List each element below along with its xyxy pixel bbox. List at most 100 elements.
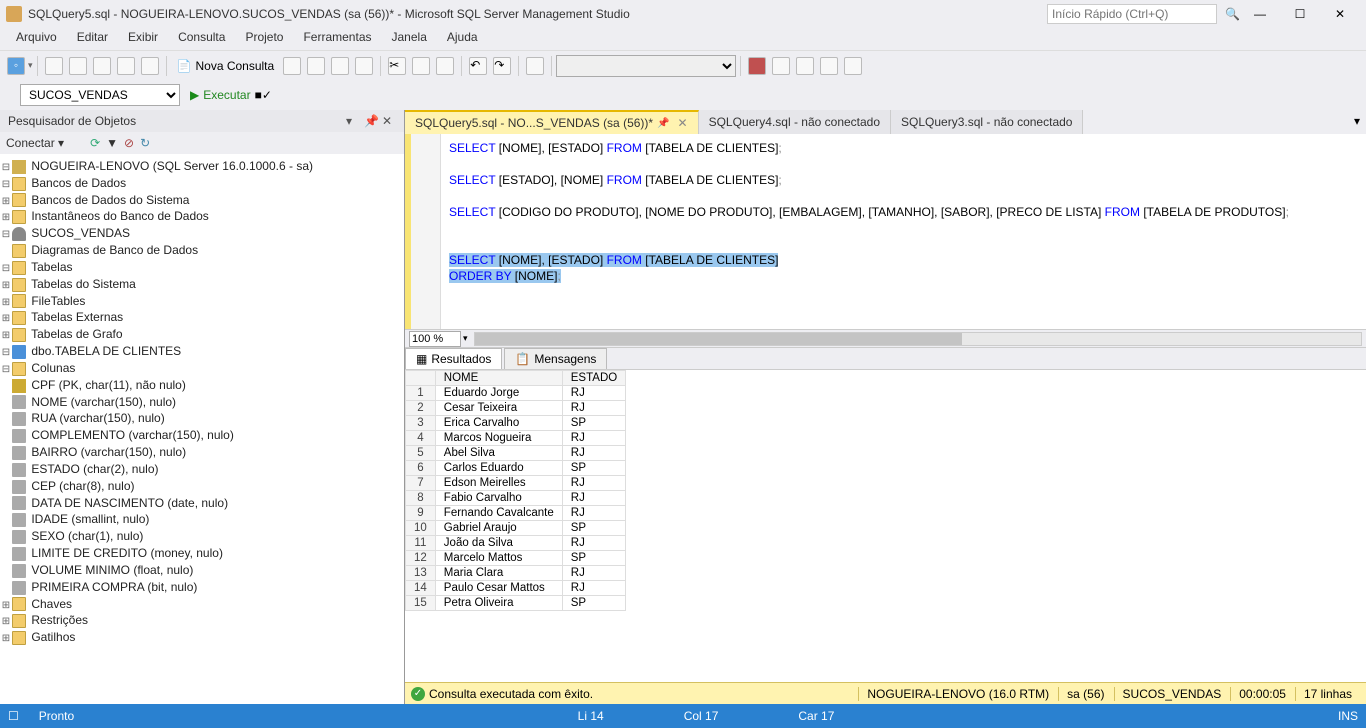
expand-icon[interactable]: ⊞: [0, 330, 12, 341]
tree-node[interactable]: CPF (PK, char(11), não nulo): [0, 377, 404, 394]
cell[interactable]: Cesar Teixeira: [435, 401, 562, 416]
dropdown-icon[interactable]: ▾: [346, 114, 360, 128]
cell[interactable]: Marcos Nogueira: [435, 431, 562, 446]
quick-launch-input[interactable]: [1047, 4, 1217, 24]
tree-node[interactable]: LIMITE DE CREDITO (money, nulo): [0, 545, 404, 562]
tree-node[interactable]: ⊞ Tabelas de Grafo: [0, 326, 404, 343]
paste-icon[interactable]: [436, 57, 454, 75]
tool3-icon[interactable]: [820, 57, 838, 75]
tree-node[interactable]: NOME (varchar(150), nulo): [0, 394, 404, 411]
maximize-button[interactable]: ☐: [1280, 0, 1320, 28]
tree-node[interactable]: SEXO (char(1), nulo): [0, 528, 404, 545]
xml3-icon[interactable]: [331, 57, 349, 75]
copy-icon[interactable]: [412, 57, 430, 75]
table-row[interactable]: 8Fabio CarvalhoRJ: [406, 491, 626, 506]
sql-editor[interactable]: SELECT [NOME], [ESTADO] FROM [TABELA DE …: [405, 134, 1366, 329]
cell[interactable]: RJ: [562, 491, 625, 506]
tree-node[interactable]: ⊞ Tabelas Externas: [0, 309, 404, 326]
editor-tab[interactable]: SQLQuery4.sql - não conectado: [699, 110, 891, 134]
tool4-icon[interactable]: [844, 57, 862, 75]
tree-node[interactable]: BAIRRO (varchar(150), nulo): [0, 444, 404, 461]
menu-arquivo[interactable]: Arquivo: [6, 28, 67, 50]
config-select[interactable]: [556, 55, 736, 77]
expand-icon[interactable]: ⊞: [0, 280, 12, 291]
xml2-icon[interactable]: [307, 57, 325, 75]
cell[interactable]: RJ: [562, 476, 625, 491]
open-icon[interactable]: [45, 57, 63, 75]
cell[interactable]: Abel Silva: [435, 446, 562, 461]
cell[interactable]: Fabio Carvalho: [435, 491, 562, 506]
table-row[interactable]: 4Marcos NogueiraRJ: [406, 431, 626, 446]
cell[interactable]: Petra Oliveira: [435, 596, 562, 611]
redo2-icon[interactable]: ↷: [493, 57, 511, 75]
expand-icon[interactable]: ⊞: [0, 313, 12, 324]
cell[interactable]: SP: [562, 416, 625, 431]
expand-icon[interactable]: ⊞: [0, 633, 12, 644]
object-tree[interactable]: ⊟ NOGUEIRA-LENOVO (SQL Server 16.0.1000.…: [0, 154, 404, 704]
table-row[interactable]: 13Maria ClaraRJ: [406, 566, 626, 581]
table-row[interactable]: 9Fernando CavalcanteRJ: [406, 506, 626, 521]
zoom-input[interactable]: [409, 331, 461, 347]
disconnect-icon[interactable]: [70, 136, 84, 150]
tab-overflow-icon[interactable]: ▾: [1348, 110, 1366, 134]
tree-node[interactable]: ⊞ Instantâneos do Banco de Dados: [0, 208, 404, 225]
cell[interactable]: Maria Clara: [435, 566, 562, 581]
editor-tab[interactable]: SQLQuery5.sql - NO...S_VENDAS (sa (56))*…: [405, 110, 699, 134]
table-row[interactable]: 1Eduardo JorgeRJ: [406, 386, 626, 401]
tree-node[interactable]: ⊞ Bancos de Dados do Sistema: [0, 192, 404, 209]
cell[interactable]: RJ: [562, 536, 625, 551]
menu-projeto[interactable]: Projeto: [235, 28, 293, 50]
tree-node[interactable]: Diagramas de Banco de Dados: [0, 242, 404, 259]
cell[interactable]: RJ: [562, 566, 625, 581]
cell[interactable]: João da Silva: [435, 536, 562, 551]
expand-icon[interactable]: ⊞: [0, 297, 12, 308]
results-grid[interactable]: NOMEESTADO1Eduardo JorgeRJ2Cesar Teixeir…: [405, 369, 1366, 682]
zoom-dropdown-icon[interactable]: ▾: [463, 333, 468, 344]
cell[interactable]: Erica Carvalho: [435, 416, 562, 431]
tab-mensagens[interactable]: 📋 Mensagens: [504, 348, 607, 369]
tool1-icon[interactable]: [772, 57, 790, 75]
tree-node[interactable]: ⊟ Bancos de Dados: [0, 175, 404, 192]
cell[interactable]: RJ: [562, 386, 625, 401]
back-icon[interactable]: ◦: [7, 57, 25, 75]
expand-icon[interactable]: ⊟: [0, 263, 12, 274]
tree-node[interactable]: RUA (varchar(150), nulo): [0, 410, 404, 427]
cell[interactable]: SP: [562, 596, 625, 611]
menu-consulta[interactable]: Consulta: [168, 28, 235, 50]
filter-icon[interactable]: ▼: [106, 136, 118, 150]
col-header[interactable]: ESTADO: [562, 371, 625, 386]
table-row[interactable]: 15Petra OliveiraSP: [406, 596, 626, 611]
close-tab-icon[interactable]: ✕: [678, 116, 688, 130]
cell[interactable]: SP: [562, 521, 625, 536]
tree-node[interactable]: ⊞ FileTables: [0, 293, 404, 310]
tree-node[interactable]: ESTADO (char(2), nulo): [0, 461, 404, 478]
tree-node[interactable]: ⊟ SUCOS_VENDAS: [0, 225, 404, 242]
cell[interactable]: Marcelo Mattos: [435, 551, 562, 566]
menu-ferramentas[interactable]: Ferramentas: [293, 28, 381, 50]
table-row[interactable]: 3Erica CarvalhoSP: [406, 416, 626, 431]
cell[interactable]: Gabriel Araujo: [435, 521, 562, 536]
find-icon[interactable]: [526, 57, 544, 75]
debug-icon[interactable]: [748, 57, 766, 75]
tool2-icon[interactable]: [796, 57, 814, 75]
table-row[interactable]: 2Cesar TeixeiraRJ: [406, 401, 626, 416]
tree-node[interactable]: ⊞ Chaves: [0, 596, 404, 613]
table-row[interactable]: 12Marcelo MattosSP: [406, 551, 626, 566]
expand-icon[interactable]: ⊞: [0, 196, 12, 207]
menu-ajuda[interactable]: Ajuda: [437, 28, 488, 50]
table-row[interactable]: 7Edson MeirellesRJ: [406, 476, 626, 491]
expand-icon[interactable]: ⊞: [0, 212, 12, 223]
menu-exibir[interactable]: Exibir: [118, 28, 168, 50]
cell[interactable]: Fernando Cavalcante: [435, 506, 562, 521]
cell[interactable]: RJ: [562, 431, 625, 446]
tree-node[interactable]: ⊞ Restrições: [0, 612, 404, 629]
expand-icon[interactable]: ⊟: [0, 229, 12, 240]
close-icon[interactable]: ✕: [382, 114, 396, 128]
expand-icon[interactable]: ⊞: [0, 600, 12, 611]
saveall-icon[interactable]: [93, 57, 111, 75]
pin-icon[interactable]: 📌: [364, 114, 378, 128]
stop-icon[interactable]: ■: [255, 88, 262, 102]
execute-button[interactable]: ▶ Executar: [186, 88, 255, 102]
expand-icon[interactable]: ⊟: [0, 179, 12, 190]
stop-icon[interactable]: ⊘: [124, 136, 134, 150]
